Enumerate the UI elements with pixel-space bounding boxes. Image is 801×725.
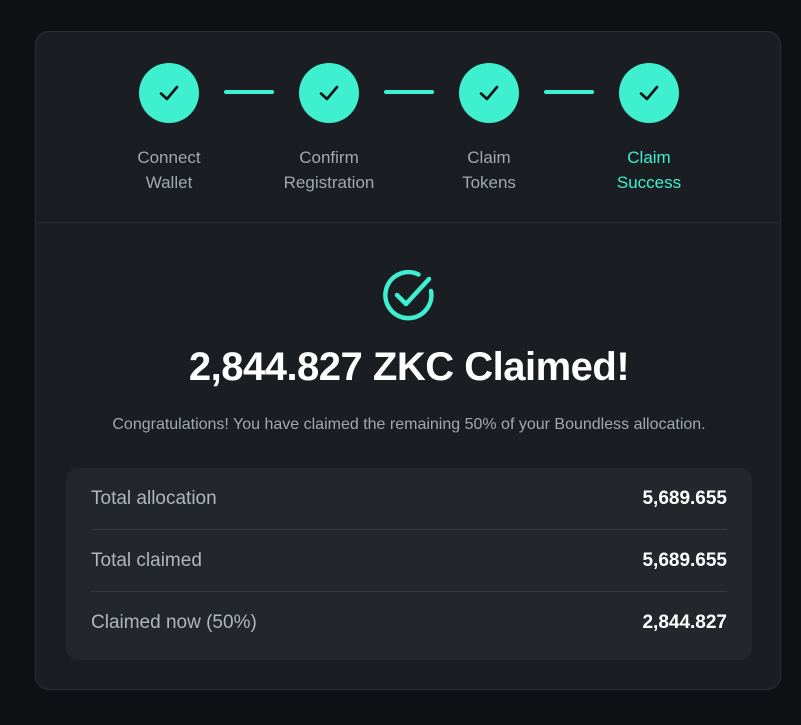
step-label: Claim Tokens — [462, 148, 516, 192]
row-value: 5,689.655 — [642, 549, 727, 571]
step-connect-wallet: Connect Wallet — [89, 63, 249, 195]
step-claim-tokens: Claim Tokens — [409, 63, 569, 195]
step-confirm-registration: Confirm Registration — [249, 63, 409, 195]
check-icon — [319, 85, 339, 101]
step-complete-indicator — [459, 63, 519, 123]
step-complete-indicator — [299, 63, 359, 123]
step-label: Connect Wallet — [137, 148, 201, 192]
step-complete-indicator — [139, 63, 199, 123]
row-label: Claimed now (50%) — [91, 611, 257, 633]
row-label: Total claimed — [91, 549, 202, 571]
check-icon — [159, 85, 179, 101]
summary-row-total-allocation: Total allocation 5,689.655 — [91, 468, 727, 530]
step-claim-success: Claim Success — [569, 63, 729, 195]
check-icon — [639, 85, 659, 101]
claim-card: Connect Wallet Confirm Registration Clai… — [35, 31, 781, 690]
step-label: Confirm Registration — [283, 148, 375, 192]
row-label: Total allocation — [91, 487, 217, 509]
summary-row-total-claimed: Total claimed 5,689.655 — [91, 530, 727, 592]
claim-headline: 2,844.827 ZKC Claimed! — [188, 345, 630, 389]
row-value: 2,844.827 — [642, 611, 727, 633]
step-label-active: Claim Success — [616, 148, 682, 192]
summary-row-claimed-now: Claimed now (50%) 2,844.827 — [91, 592, 727, 653]
progress-stepper: Connect Wallet Confirm Registration Clai… — [36, 32, 780, 223]
check-icon — [479, 85, 499, 101]
allocation-summary: Total allocation 5,689.655 Total claimed… — [66, 468, 752, 660]
step-complete-indicator — [619, 63, 679, 123]
check-circle-icon — [383, 269, 434, 321]
row-value: 5,689.655 — [642, 487, 727, 509]
congratulations-message: Congratulations! You have claimed the re… — [112, 416, 706, 433]
